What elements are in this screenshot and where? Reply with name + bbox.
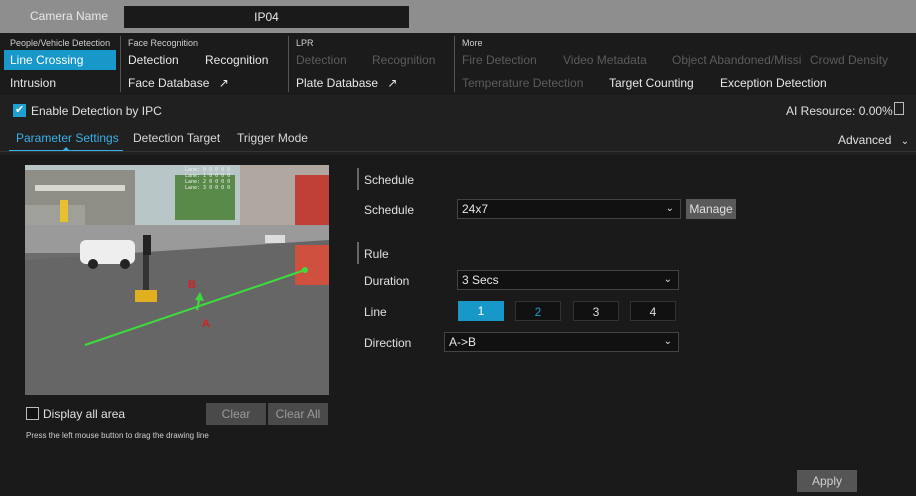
- chevron-down-icon: ⌄: [663, 336, 672, 347]
- duration-select[interactable]: 3 Secs ⌄: [457, 270, 679, 290]
- chevron-down-icon: ⌄: [663, 274, 672, 285]
- enable-ipc-label: Enable Detection by IPC: [31, 104, 162, 118]
- chevron-down-icon: ⌄: [665, 203, 674, 214]
- menu-item-face-recognition[interactable]: Recognition: [205, 53, 268, 67]
- display-all-area-label: Display all area: [43, 407, 126, 421]
- category-divider: [120, 36, 121, 92]
- advanced-label: Advanced: [838, 133, 892, 147]
- line-label: Line: [364, 305, 387, 319]
- advanced-toggle[interactable]: Advanced ⌄: [838, 133, 909, 147]
- chevron-down-icon: ⌄: [900, 136, 910, 147]
- tab-trigger-mode[interactable]: Trigger Mode: [237, 131, 308, 145]
- menu-item-lpr-detection[interactable]: Detection: [296, 53, 347, 67]
- duration-value: 3 Secs: [462, 273, 499, 287]
- menu-item-fire-detection[interactable]: Fire Detection: [462, 53, 537, 67]
- menu-item-crowd-density[interactable]: Crowd Density: [810, 53, 888, 67]
- category-heading-more: More: [462, 38, 483, 48]
- rule-section-title: Rule: [364, 247, 389, 261]
- apply-button[interactable]: Apply: [797, 470, 857, 492]
- camera-scene: Lane: 0 0 0 0 0 Lane: 1 0 0 0 0 Lane: 2 …: [25, 165, 329, 395]
- category-heading-lpr: LPR: [296, 38, 314, 48]
- menu-item-intrusion[interactable]: Intrusion: [10, 76, 56, 90]
- line-3-button[interactable]: 3: [573, 301, 619, 321]
- menu-item-target-counting[interactable]: Target Counting: [609, 76, 694, 90]
- camera-name-label: Camera Name: [30, 9, 109, 23]
- line-point-b: B: [188, 279, 196, 291]
- tab-detection-target[interactable]: Detection Target: [133, 131, 220, 145]
- tab-divider: [0, 151, 916, 152]
- line-4-button[interactable]: 4: [630, 301, 676, 321]
- tab-parameter-settings[interactable]: Parameter Settings: [16, 131, 119, 145]
- line-2-button[interactable]: 2: [515, 301, 561, 321]
- face-database-label: Face Database: [128, 76, 210, 90]
- menu-item-video-metadata[interactable]: Video Metadata: [563, 53, 647, 67]
- category-heading-face: Face Recognition: [128, 38, 199, 48]
- menu-item-temperature-detection[interactable]: Temperature Detection: [462, 76, 583, 90]
- section-marker: [357, 242, 359, 264]
- display-all-area-checkbox[interactable]: [26, 407, 39, 420]
- direction-label: Direction: [364, 336, 412, 350]
- direction-select[interactable]: A->B ⌄: [444, 332, 679, 352]
- manage-button[interactable]: Manage: [686, 199, 736, 219]
- schedule-select[interactable]: 24x7 ⌄: [457, 199, 681, 219]
- category-divider: [454, 36, 455, 92]
- menu-item-face-detection[interactable]: Detection: [128, 53, 179, 67]
- document-icon[interactable]: [894, 102, 904, 115]
- arrow-up-right-icon: ↗: [218, 76, 229, 90]
- menu-item-face-database[interactable]: Face Database ↗: [128, 76, 229, 90]
- enable-ipc-checkbox[interactable]: [13, 103, 26, 117]
- category-heading-people-vehicle: People/Vehicle Detection: [10, 38, 111, 48]
- camera-preview[interactable]: Lane: 0 0 0 0 0 Lane: 1 0 0 0 0 Lane: 2 …: [25, 165, 329, 395]
- line-1-button[interactable]: 1: [458, 301, 504, 321]
- menu-item-plate-database[interactable]: Plate Database ↗: [296, 76, 397, 90]
- menu-item-lpr-recognition[interactable]: Recognition: [372, 53, 435, 67]
- drawing-hint: Press the left mouse button to drag the …: [26, 431, 209, 440]
- schedule-label: Schedule: [364, 203, 415, 217]
- overlay-line: Lane: 3 0 0 0 0: [185, 185, 230, 191]
- schedule-value: 24x7: [462, 202, 489, 216]
- category-divider: [288, 36, 289, 92]
- direction-value: A->B: [449, 335, 477, 349]
- schedule-section-title: Schedule: [364, 173, 415, 187]
- ai-resource-text: AI Resource: 0.00%: [786, 104, 893, 118]
- section-marker: [357, 168, 359, 190]
- menu-item-line-crossing[interactable]: Line Crossing: [4, 50, 116, 70]
- duration-label: Duration: [364, 274, 410, 288]
- clear-button[interactable]: Clear: [206, 403, 266, 425]
- menu-item-object-abandoned[interactable]: Object Abandoned/Missi: [672, 53, 801, 67]
- camera-name-select[interactable]: IP04: [124, 6, 409, 28]
- menu-item-exception-detection[interactable]: Exception Detection: [720, 76, 827, 90]
- line-point-a: A: [202, 318, 210, 330]
- plate-database-label: Plate Database: [296, 76, 379, 90]
- arrow-up-right-icon: ↗: [387, 76, 398, 90]
- clear-all-button[interactable]: Clear All: [268, 403, 328, 425]
